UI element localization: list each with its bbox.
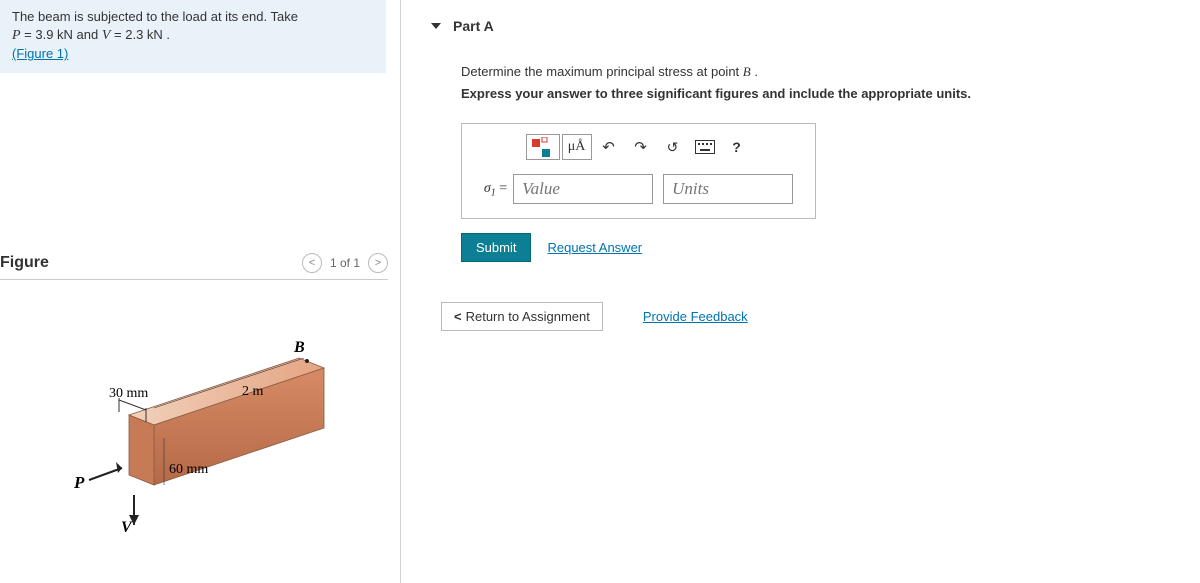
reset-button[interactable]: ↺: [658, 134, 688, 160]
var-P: P: [12, 28, 21, 43]
fig-label-height: 60 mm: [169, 462, 208, 477]
problem-statement: The beam is subjected to the load at its…: [0, 0, 386, 73]
sigma-label: σ1 =: [484, 180, 507, 199]
redo-button[interactable]: ↷: [626, 134, 656, 160]
point-B: B: [743, 64, 751, 79]
question-text: Determine the maximum principal stress a…: [461, 64, 1081, 80]
return-button[interactable]: < Return to Assignment: [441, 302, 603, 331]
problem-line1: The beam is subjected to the load at its…: [12, 8, 376, 26]
answer-toolbar: μÅ ↶ ↷ ↺ ?: [474, 134, 803, 160]
figure-nav: < 1 of 1 >: [302, 253, 388, 273]
keyboard-icon: [695, 140, 715, 154]
answer-box: μÅ ↶ ↷ ↺ ? σ1 =: [461, 123, 816, 219]
figure-prev-button[interactable]: <: [302, 253, 322, 273]
value-input[interactable]: [513, 174, 653, 204]
reset-icon: ↺: [667, 139, 679, 156]
figure-nav-label: 1 of 1: [326, 256, 364, 270]
keyboard-button[interactable]: [690, 134, 720, 160]
figure-image: 30 mm 60 mm 2 m B P V: [0, 320, 388, 550]
undo-icon: ↶: [602, 138, 615, 156]
fig-label-B: B: [293, 339, 305, 356]
figure-link[interactable]: (Figure 1): [12, 46, 68, 61]
figure-title: Figure: [0, 254, 49, 272]
part-title: Part A: [453, 18, 494, 34]
question-instruction: Express your answer to three significant…: [461, 86, 1081, 101]
figure-next-button[interactable]: >: [368, 253, 388, 273]
problem-line2: P = 3.9 kN and V = 2.3 kN .: [12, 26, 376, 46]
help-button[interactable]: ?: [722, 134, 752, 160]
submit-button[interactable]: Submit: [461, 233, 531, 262]
provide-feedback-link[interactable]: Provide Feedback: [643, 309, 748, 324]
units-input[interactable]: [663, 174, 793, 204]
redo-icon: ↷: [634, 138, 647, 156]
template-button[interactable]: [526, 134, 560, 160]
undo-button[interactable]: ↶: [594, 134, 624, 160]
request-answer-link[interactable]: Request Answer: [547, 240, 642, 255]
collapse-icon[interactable]: [431, 23, 441, 29]
chevron-left-icon: <: [454, 309, 462, 324]
fig-label-V: V: [121, 519, 133, 536]
fig-label-length: 2 m: [242, 384, 264, 399]
fig-label-width: 30 mm: [109, 386, 148, 401]
special-chars-button[interactable]: μÅ: [562, 134, 592, 160]
fig-label-P: P: [73, 473, 85, 492]
